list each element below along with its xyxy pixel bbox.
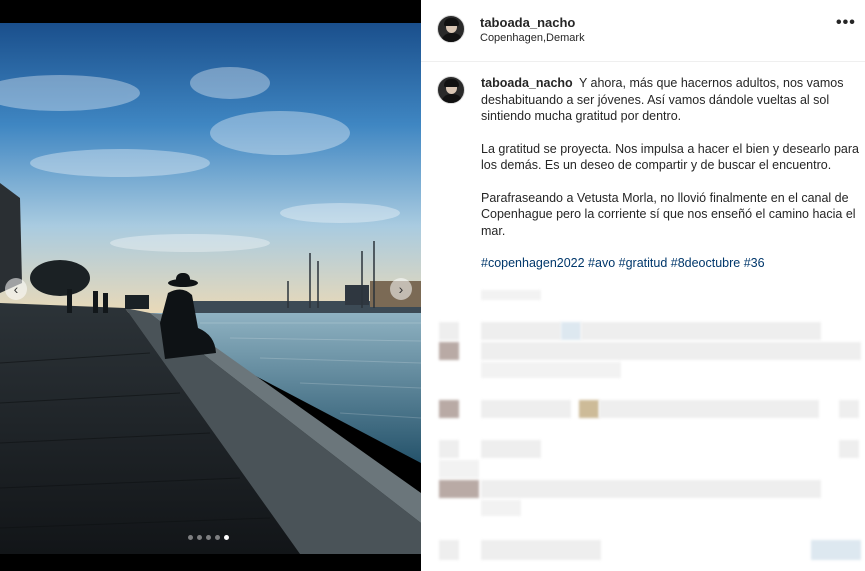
carousel-dot (188, 535, 193, 540)
caption-paragraph-3: Parafraseando a Vetusta Morla, no llovió… (481, 190, 856, 238)
carousel-prev-button[interactable]: ‹ (5, 278, 27, 300)
header-username[interactable]: taboada_nacho (480, 15, 575, 30)
blurred-comment (599, 400, 819, 418)
carousel-dot (215, 535, 220, 540)
post-panel: taboada_nacho Copenhagen,Demark ••• tabo… (421, 0, 865, 571)
blurred-comment (439, 460, 479, 478)
post-caption: taboada_nacho Y ahora, más que hacernos … (481, 75, 859, 288)
blurred-comment-avatar (439, 480, 479, 498)
caption-avatar[interactable] (437, 76, 465, 104)
blurred-comment (839, 440, 859, 458)
blurred-comment-avatar (439, 322, 459, 340)
blurred-comment (481, 342, 861, 360)
caption-paragraph-2: La gratitud se proyecta. Nos impulsa a h… (481, 141, 859, 173)
blurred-timestamp (481, 290, 541, 300)
blurred-comment (811, 540, 861, 560)
blurred-comment (481, 400, 571, 418)
caption-hashtags[interactable]: #copenhagen2022 #avo #gratitud #8deoctub… (481, 255, 859, 272)
blurred-comment (579, 400, 599, 418)
blurred-comment (481, 322, 561, 340)
blurred-comment-avatar (439, 400, 459, 418)
carousel-next-button[interactable]: › (390, 278, 412, 300)
blurred-comment (481, 480, 821, 498)
post-photo[interactable] (0, 23, 421, 554)
blurred-comment (481, 540, 601, 560)
blurred-comment-avatar (439, 342, 459, 360)
header-location[interactable]: Copenhagen,Demark (480, 32, 585, 44)
more-horizontal-icon[interactable]: ••• (836, 14, 856, 32)
post-header: taboada_nacho Copenhagen,Demark ••• (421, 0, 865, 62)
media-panel: ‹ › (0, 0, 421, 571)
carousel-dot-active (224, 535, 229, 540)
blurred-comment (561, 322, 581, 340)
photo-canvas (0, 23, 421, 554)
chevron-right-icon: › (398, 281, 404, 297)
carousel-indicator (188, 535, 229, 540)
caption-username[interactable]: taboada_nacho (481, 76, 573, 90)
carousel-dot (206, 535, 211, 540)
avatar[interactable] (437, 15, 465, 43)
blurred-comment (481, 500, 521, 516)
blurred-comment (481, 440, 541, 458)
blurred-comment-avatar (439, 540, 459, 560)
blurred-comment (481, 362, 621, 378)
blurred-comment-avatar (439, 440, 459, 458)
blurred-comment (581, 322, 821, 340)
blurred-comment (839, 400, 859, 418)
chevron-left-icon: ‹ (13, 281, 19, 297)
carousel-dot (197, 535, 202, 540)
